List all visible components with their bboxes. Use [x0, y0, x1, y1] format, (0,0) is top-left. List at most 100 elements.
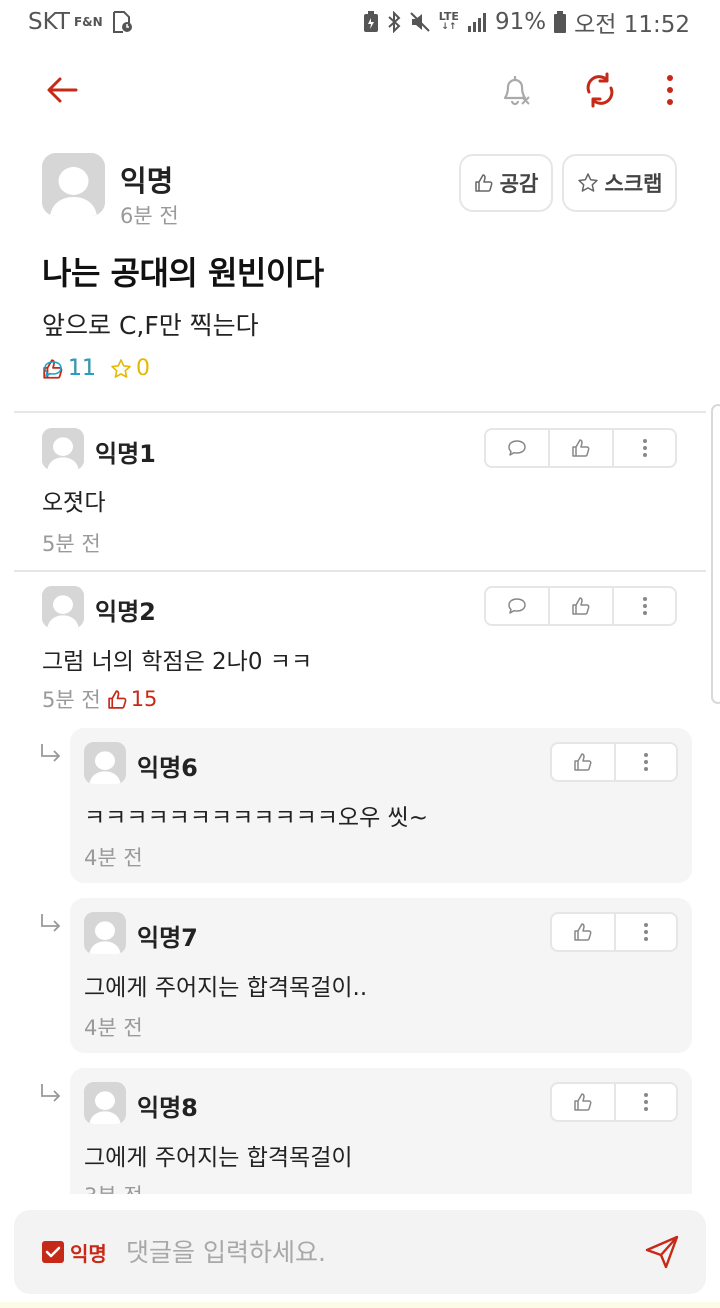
bottom-edge: [0, 1302, 720, 1308]
thumbs-up-icon: [572, 439, 590, 457]
comment-actions: [484, 428, 677, 468]
carrier-sub: F&N: [73, 15, 103, 29]
more-vertical-icon: [644, 1093, 648, 1111]
file-clock-icon: [111, 10, 133, 34]
app-bar: [0, 56, 720, 124]
comment-like-stat: 15: [107, 687, 157, 711]
comment-composer: 익명: [14, 1210, 706, 1294]
star-icon: [577, 173, 598, 192]
comment-actions: [550, 742, 678, 782]
comment-more-button[interactable]: [614, 430, 675, 466]
post-time: 6분 전: [120, 204, 179, 228]
default-avatar-icon: [42, 586, 84, 628]
bluetooth-icon: [387, 11, 401, 33]
default-avatar-icon: [84, 742, 126, 784]
thumbs-up-icon: [572, 597, 590, 615]
anonymous-label[interactable]: 익명: [70, 1238, 107, 1267]
divider: [14, 570, 706, 572]
comment-time: 5분 전: [42, 532, 101, 556]
post-scrap-button[interactable]: 스크랩: [562, 154, 677, 212]
comment-text: 그에게 주어지는 합격목걸이: [84, 1145, 353, 1171]
checkmark-icon: [45, 1246, 61, 1258]
comment-meta: 5분 전 15: [42, 684, 157, 714]
post-like-label: 공감: [499, 172, 539, 196]
comment-author: 익명6: [137, 754, 198, 782]
comment-avatar: [84, 742, 126, 784]
post-stats: 11 11 0: [42, 356, 164, 381]
more-options-button[interactable]: [652, 70, 688, 110]
network-label: LTE: [438, 10, 459, 23]
refresh-icon: [586, 72, 614, 108]
comment-avatar: [84, 1082, 126, 1124]
notification-toggle-button[interactable]: [495, 70, 535, 110]
default-avatar-icon: [84, 912, 126, 954]
comment-like-button[interactable]: [552, 914, 616, 950]
post-author: 익명: [120, 164, 174, 198]
comment-author: 익명7: [137, 924, 198, 952]
post-body: 앞으로 C,F만 찍는다: [42, 311, 259, 340]
scrollbar-handle[interactable]: [711, 404, 720, 704]
more-vertical-icon: [642, 439, 647, 457]
comment-author: 익명1: [95, 440, 156, 468]
status-bar: SKT F&N LTE ↓↑ 91% 오전 11:52: [0, 0, 720, 44]
default-avatar-icon: [42, 153, 105, 216]
comment-time: 3분 전: [84, 1180, 143, 1194]
comment-meta: 5분 전: [42, 528, 101, 558]
post-title: 나는 공대의 원빈이다: [42, 254, 324, 292]
reply-item: 익명8 그에게 주어지는 합격목걸이 3분 전: [70, 1068, 692, 1194]
send-button[interactable]: [642, 1232, 682, 1272]
more-vertical-icon: [642, 597, 647, 615]
reply-item: 익명6 ㅋㅋㅋㅋㅋㅋㅋㅋㅋㅋㅋㅋ오우 씻~ 4분 전: [70, 728, 692, 883]
reply-button[interactable]: [486, 430, 550, 466]
comment-input[interactable]: [126, 1232, 626, 1272]
carrier-name: SKT: [28, 9, 70, 35]
comment-like-button[interactable]: [550, 588, 614, 624]
comment-like-button[interactable]: [552, 1084, 616, 1120]
comment-avatar: [42, 428, 84, 470]
comment-time: 4분 전: [84, 846, 143, 870]
speech-bubble-icon: [44, 360, 62, 377]
divider: [14, 411, 706, 413]
comment-actions: [550, 1082, 678, 1122]
reply-arrow-icon: [41, 914, 61, 932]
clock: 오전 11:52: [574, 12, 690, 38]
reply-button[interactable]: [486, 588, 550, 624]
signal-icon: [467, 12, 487, 32]
reply-arrow-icon: [41, 1084, 61, 1102]
default-avatar-icon: [42, 428, 84, 470]
comment-like-button[interactable]: [552, 744, 616, 780]
anonymous-checkbox[interactable]: [42, 1241, 64, 1263]
comment-more-button[interactable]: [616, 1084, 676, 1120]
arrow-left-icon: [47, 77, 78, 103]
battery-saver-icon: [363, 11, 379, 33]
default-avatar-icon: [84, 1082, 126, 1124]
status-left: SKT F&N: [28, 9, 133, 35]
comment-more-button[interactable]: [614, 588, 675, 624]
thumbs-up-icon: [474, 174, 493, 192]
comment-like-button[interactable]: [550, 430, 614, 466]
comment-meta: 4분 전: [84, 842, 143, 872]
reply-arrow-icon: [41, 744, 61, 762]
more-vertical-icon: [667, 75, 673, 105]
thumbs-up-icon: [574, 923, 592, 941]
speech-bubble-icon: [508, 598, 526, 614]
refresh-button[interactable]: [580, 70, 620, 110]
post-comment-stat: 11: [42, 356, 720, 381]
comment-text: 그에게 주어지는 합격목걸이..: [84, 975, 368, 1001]
post-like-button[interactable]: 공감: [459, 154, 553, 212]
bell-off-icon: [503, 76, 530, 106]
comment-text: 그럼 너의 학점은 2나0 ㅋㅋ: [42, 649, 313, 675]
lte-indicator: LTE ↓↑: [439, 11, 459, 33]
back-button[interactable]: [42, 70, 82, 110]
comment-time: 5분 전: [42, 688, 101, 712]
thumbs-up-icon: [574, 1093, 592, 1111]
comment-author: 익명2: [95, 598, 156, 626]
post-scrap-label: 스크랩: [604, 172, 663, 196]
thumbs-up-icon: [107, 689, 127, 709]
comment-actions: [550, 912, 678, 952]
more-vertical-icon: [644, 753, 648, 771]
comment-more-button[interactable]: [616, 914, 676, 950]
comment-avatar: [84, 912, 126, 954]
comment-more-button[interactable]: [616, 744, 676, 780]
comment-meta: 4분 전: [84, 1012, 143, 1042]
